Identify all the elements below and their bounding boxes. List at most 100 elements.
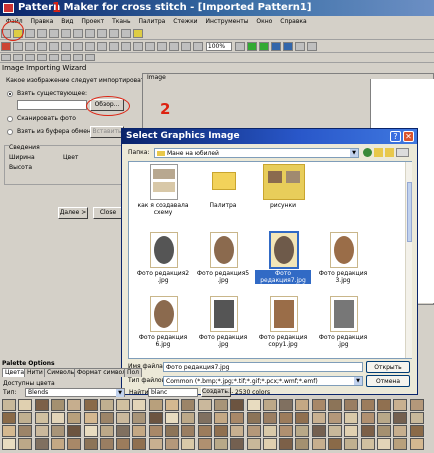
color-swatch[interactable] [18,399,33,411]
tab-floor[interactable]: Пол [124,368,143,377]
colors-icon[interactable] [306,42,317,51]
color-swatch[interactable] [344,412,359,424]
color-swatch[interactable] [132,399,147,411]
main-window-titlebar[interactable]: Pattern Maker for cross stitch - [Import… [0,0,434,16]
color-swatch[interactable] [246,399,261,411]
preview-icon[interactable] [282,42,293,51]
color-swatch[interactable] [279,438,294,450]
color-swatch[interactable] [148,412,163,424]
color-swatch[interactable] [230,412,245,424]
color-swatch[interactable] [165,412,179,424]
color-swatch[interactable] [67,399,82,411]
grid2-icon[interactable] [258,42,269,51]
menu-help[interactable]: Справка [280,18,306,25]
color-swatch[interactable] [230,425,245,437]
color-swatch[interactable] [376,425,391,437]
view-icon[interactable] [270,42,281,51]
print-icon[interactable] [49,29,59,38]
find-input[interactable]: blanc [148,388,198,397]
color-swatch[interactable] [34,399,49,411]
color-swatch[interactable] [409,438,424,450]
color-swatch[interactable] [409,412,424,424]
zoom-select[interactable]: 100% [205,42,232,51]
color-swatch[interactable] [99,399,114,411]
color-swatch[interactable] [181,399,196,411]
select-icon[interactable] [13,42,23,51]
color-swatch[interactable] [67,438,82,450]
color-swatch[interactable] [116,399,131,411]
color-swatch[interactable] [197,412,212,424]
color-swatch[interactable] [328,399,342,411]
color-swatch[interactable] [132,425,147,437]
back-icon[interactable] [363,148,372,157]
tab-threads[interactable]: Нити [24,368,46,377]
three-quarter-stitch-icon[interactable] [37,54,47,61]
chevron-down-icon[interactable]: ▼ [354,377,362,385]
color-swatch[interactable] [132,438,147,450]
color-swatch[interactable] [50,399,65,411]
color-swatch[interactable] [197,399,212,411]
color-swatch[interactable] [165,399,179,411]
scrollbar-thumb[interactable] [407,182,412,242]
color-swatch[interactable] [279,399,294,411]
color-swatch[interactable] [132,412,147,424]
color-swatch[interactable] [213,399,228,411]
color-swatch[interactable] [393,412,408,424]
color-swatch[interactable] [262,438,277,450]
color-swatch[interactable] [344,399,359,411]
petite-stitch-icon[interactable] [49,54,59,61]
color-swatch[interactable] [409,399,424,411]
radio-clipboard[interactable] [7,129,13,135]
color-swatch[interactable] [67,425,82,437]
file-list-scrollbar[interactable] [405,162,412,358]
chevron-down-icon[interactable]: ▼ [116,389,124,397]
eraser-icon[interactable] [97,42,107,51]
close-button[interactable]: Close [93,207,123,219]
color-swatch[interactable] [344,425,359,437]
cut-icon[interactable] [61,29,71,38]
full-stitch-icon[interactable] [1,54,11,61]
dialog-help-button[interactable]: ? [390,131,401,142]
file-item[interactable]: Фото редакция .jpg [195,296,251,358]
color-swatch[interactable] [230,438,245,450]
help-icon[interactable] [133,29,143,38]
color-swatch[interactable] [393,399,408,411]
color-swatch[interactable] [246,438,261,450]
color-swatch[interactable] [18,438,33,450]
color-swatch[interactable] [311,399,326,411]
up-folder-icon[interactable] [374,148,383,157]
folder-item[interactable]: Палитра [195,164,251,226]
color-swatch[interactable] [376,399,391,411]
color-swatch[interactable] [181,438,196,450]
color-swatch[interactable] [2,438,16,450]
dialog-close-icon[interactable]: ✕ [403,131,414,142]
save-icon[interactable] [37,29,47,38]
color-swatch[interactable] [376,412,391,424]
color-swatch[interactable] [116,438,131,450]
color-swatch[interactable] [213,438,228,450]
color-swatch[interactable] [148,438,163,450]
color-swatch[interactable] [116,412,131,424]
color-swatch[interactable] [360,412,375,424]
color-swatch[interactable] [83,425,98,437]
long-stitch-icon[interactable] [73,54,83,61]
color-swatch[interactable] [197,425,212,437]
color-swatch[interactable] [376,438,391,450]
text-icon[interactable] [85,42,95,51]
color-swatch[interactable] [213,412,228,424]
color-swatch[interactable] [18,425,33,437]
color-swatch[interactable] [116,425,131,437]
color-swatch[interactable] [83,412,98,424]
create-button[interactable]: Создать... [201,387,234,397]
color-swatch[interactable] [148,425,163,437]
backstitch-icon[interactable] [121,42,131,51]
color-swatch[interactable] [34,425,49,437]
picker-icon[interactable] [109,42,119,51]
dialog-titlebar[interactable]: Select Graphics Image [122,129,417,144]
color-swatch[interactable] [34,438,49,450]
symbols-icon[interactable] [294,42,305,51]
file-item[interactable]: Фото редакция 3.jpg [315,232,371,294]
menu-tools[interactable]: Инструменты [206,18,249,25]
existing-path-input[interactable] [17,100,87,110]
color-swatch[interactable] [2,412,16,424]
